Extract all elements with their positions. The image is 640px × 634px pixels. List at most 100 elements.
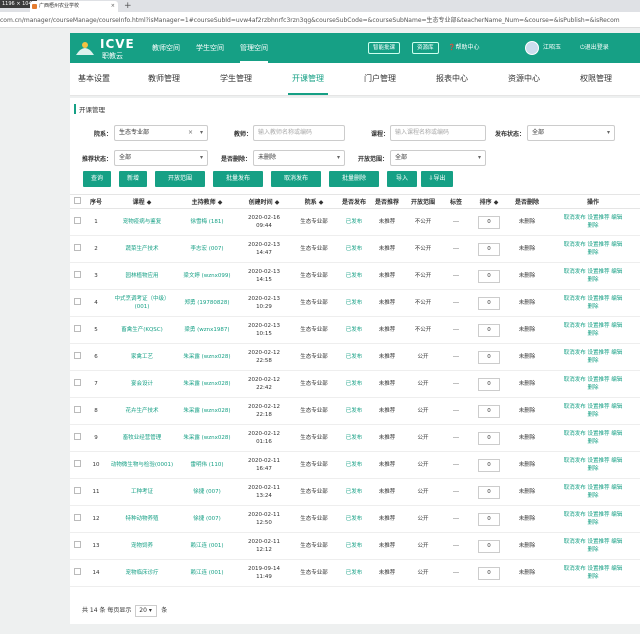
course-name-link[interactable]: 宠物临床诊疗 (108, 559, 176, 587)
delete-link[interactable]: 删除 (587, 385, 598, 391)
user-name[interactable]: 江昭玉 (543, 42, 561, 54)
course-name-link[interactable]: 特种动物养殖 (108, 505, 176, 533)
row-checkbox[interactable] (70, 532, 84, 560)
import-button[interactable]: 导入 (387, 171, 417, 187)
col-header[interactable]: 创建时间 ◆ (238, 194, 290, 209)
row-checkbox[interactable] (70, 559, 84, 587)
col-header[interactable]: 院系 ◆ (290, 194, 338, 209)
cancel-publish-button[interactable]: 取消发布 (271, 171, 321, 187)
sort-input[interactable]: 0 (470, 235, 508, 263)
recommend-select[interactable]: 全部 ▾ (114, 150, 208, 166)
row-checkbox[interactable] (70, 505, 84, 533)
teacher-link[interactable]: 朱采露 (wznx028) (176, 424, 238, 452)
cancel-publish-link[interactable]: 取消发布 (564, 566, 586, 572)
edit-link[interactable]: 编辑 (611, 269, 622, 275)
delete-link[interactable]: 删除 (587, 250, 598, 256)
sort-input[interactable]: 0 (470, 397, 508, 425)
edit-link[interactable]: 编辑 (611, 539, 622, 545)
sort-input[interactable]: 0 (470, 424, 508, 452)
delete-link[interactable]: 删除 (587, 439, 598, 445)
query-button[interactable]: 查询 (83, 171, 111, 187)
teacher-link[interactable]: 梁勇 (wznx1987) (176, 316, 238, 344)
edit-link[interactable]: 编辑 (611, 350, 622, 356)
tab-resource-center[interactable]: 资源中心 (508, 73, 540, 84)
row-checkbox[interactable] (70, 208, 84, 236)
course-name-link[interactable]: 工种考证 (108, 478, 176, 506)
sort-input[interactable]: 0 (470, 505, 508, 533)
nav-manage-space[interactable]: 管理空间 (240, 33, 268, 63)
set-recommend-link[interactable]: 设置推荐 (587, 296, 609, 302)
cancel-publish-link[interactable]: 取消发布 (564, 539, 586, 545)
teacher-input[interactable]: 输入教师名称或编码 (253, 125, 345, 141)
row-checkbox[interactable] (70, 370, 84, 398)
edit-link[interactable]: 编辑 (611, 431, 622, 437)
cancel-publish-link[interactable]: 取消发布 (564, 512, 586, 518)
deleted-select[interactable]: 未删除 ▾ (253, 150, 345, 166)
logout-link[interactable]: ⏻退出登录 (580, 42, 609, 54)
edit-link[interactable]: 编辑 (611, 215, 622, 221)
set-recommend-link[interactable]: 设置推荐 (587, 215, 609, 221)
open-scope-button[interactable]: 开放范围 (155, 171, 205, 187)
row-checkbox[interactable] (70, 478, 84, 506)
col-header[interactable]: 排序 ◆ (470, 194, 508, 209)
new-tab-icon[interactable]: + (124, 0, 132, 12)
delete-link[interactable]: 删除 (587, 412, 598, 418)
sort-input[interactable]: 0 (470, 343, 508, 371)
edit-link[interactable]: 编辑 (611, 404, 622, 410)
edit-link[interactable]: 编辑 (611, 296, 622, 302)
course-name-link[interactable]: 宠物疫病与鉴复 (108, 208, 176, 236)
col-header[interactable]: 主持教师 ◆ (176, 194, 238, 209)
edit-link[interactable]: 编辑 (611, 566, 622, 572)
teacher-link[interactable]: 朱采露 (wznx028) (176, 397, 238, 425)
course-name-link[interactable]: 畜牧业经营管理 (108, 424, 176, 452)
batch-delete-button[interactable]: 批量删除 (329, 171, 379, 187)
course-name-link[interactable]: 中式烹调考证（中级）(001) (108, 289, 176, 317)
row-checkbox[interactable] (70, 451, 84, 479)
set-recommend-link[interactable]: 设置推荐 (587, 566, 609, 572)
cancel-publish-link[interactable]: 取消发布 (564, 269, 586, 275)
dept-select[interactable]: 生态专业部 × ▾ (114, 125, 208, 141)
row-checkbox[interactable] (70, 424, 84, 452)
teacher-link[interactable]: 梁文婷 (wznx099) (176, 262, 238, 290)
course-name-link[interactable]: 动物微生物与检验(0001) (108, 451, 176, 479)
cancel-publish-link[interactable]: 取消发布 (564, 485, 586, 491)
course-name-link[interactable]: 蔬菜生产技术 (108, 235, 176, 263)
sort-input[interactable]: 0 (470, 370, 508, 398)
set-recommend-link[interactable]: 设置推荐 (587, 539, 609, 545)
smart-grading-button[interactable]: 智能批课 (368, 42, 401, 54)
set-recommend-link[interactable]: 设置推荐 (587, 431, 609, 437)
batch-publish-button[interactable]: 批量发布 (213, 171, 263, 187)
tab-student-manage[interactable]: 学生管理 (220, 73, 252, 84)
row-checkbox[interactable] (70, 235, 84, 263)
sort-input[interactable]: 0 (470, 451, 508, 479)
delete-link[interactable]: 删除 (587, 223, 598, 229)
cancel-publish-link[interactable]: 取消发布 (564, 431, 586, 437)
tab-report-center[interactable]: 报表中心 (436, 73, 468, 84)
set-recommend-link[interactable]: 设置推荐 (587, 512, 609, 518)
sort-input[interactable]: 0 (470, 559, 508, 587)
cancel-publish-link[interactable]: 取消发布 (564, 404, 586, 410)
resource-library-button[interactable]: 资源库 (412, 42, 439, 54)
teacher-link[interactable]: 徐雪梅 (181) (176, 208, 238, 236)
course-input[interactable]: 输入课程名称或编码 (390, 125, 486, 141)
set-recommend-link[interactable]: 设置推荐 (587, 377, 609, 383)
teacher-link[interactable]: 郑勇 (19780828) (176, 289, 238, 317)
scope-select[interactable]: 全部 ▾ (390, 150, 486, 166)
col-header[interactable]: 课程 ◆ (108, 194, 176, 209)
delete-link[interactable]: 删除 (587, 547, 598, 553)
set-recommend-link[interactable]: 设置推荐 (587, 404, 609, 410)
cancel-publish-link[interactable]: 取消发布 (564, 296, 586, 302)
teacher-link[interactable]: 赖江连 (001) (176, 559, 238, 587)
tab-portal-manage[interactable]: 门户管理 (364, 73, 396, 84)
course-name-link[interactable]: 宠物饲养 (108, 532, 176, 560)
course-name-link[interactable]: 园林植物应用 (108, 262, 176, 290)
delete-link[interactable]: 删除 (587, 277, 598, 283)
sort-input[interactable]: 0 (470, 262, 508, 290)
nav-student-space[interactable]: 学生空间 (196, 33, 224, 63)
set-recommend-link[interactable]: 设置推荐 (587, 350, 609, 356)
cancel-publish-link[interactable]: 取消发布 (564, 458, 586, 464)
address-bar[interactable]: com.cn/manager/courseManage/courseInfo.h… (0, 12, 640, 28)
teacher-link[interactable]: 赖江连 (001) (176, 532, 238, 560)
avatar[interactable] (525, 41, 539, 55)
edit-link[interactable]: 编辑 (611, 377, 622, 383)
